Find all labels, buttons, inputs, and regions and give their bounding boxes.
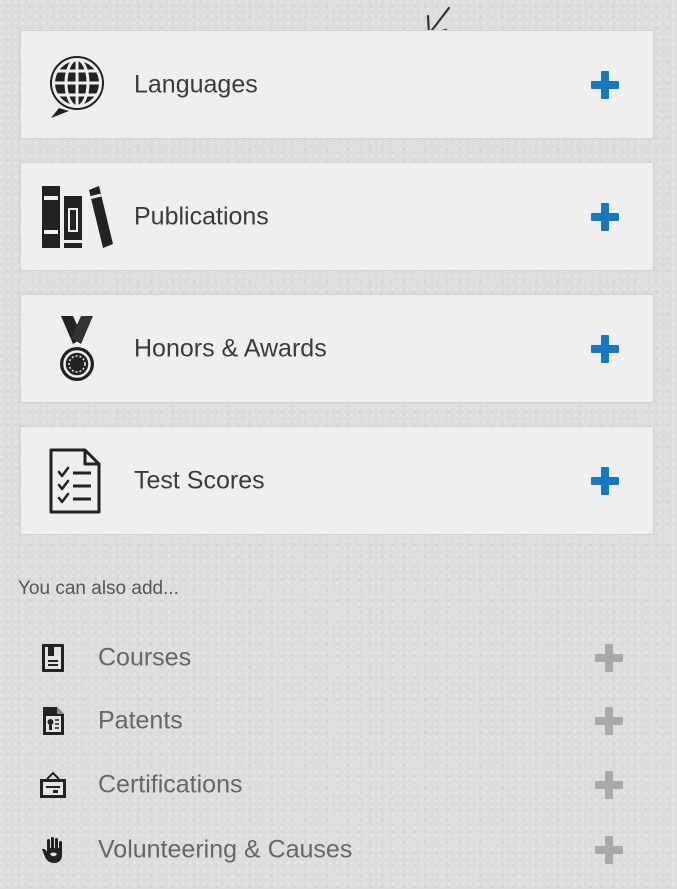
checklist-icon <box>49 448 101 513</box>
also-item-courses[interactable]: Courses <box>38 636 638 680</box>
section-card-honors-awards[interactable]: Honors & Awards <box>20 294 654 403</box>
section-card-languages[interactable]: Languages <box>20 30 654 139</box>
also-item-certifications[interactable]: Certifications <box>38 763 638 807</box>
also-item-label-courses: Courses <box>98 643 192 672</box>
section-card-test-scores[interactable]: Test Scores <box>20 426 654 535</box>
add-test-scores-plus-icon[interactable] <box>591 466 619 495</box>
add-certifications-plus-icon[interactable] <box>595 771 623 799</box>
section-card-publications[interactable]: Publications <box>20 162 654 271</box>
add-honors-awards-plus-icon[interactable] <box>591 334 619 363</box>
course-book-icon <box>42 644 64 672</box>
profile-sections-panel: Languages Publications Honors & Awards T… <box>0 0 677 889</box>
books-icon <box>42 185 113 248</box>
add-volunteering-causes-plus-icon[interactable] <box>595 836 623 864</box>
also-item-patents[interactable]: Patents <box>38 699 638 743</box>
medal-icon <box>60 315 94 381</box>
add-languages-plus-icon[interactable] <box>591 70 619 99</box>
also-add-heading: You can also add... <box>18 578 179 599</box>
section-label-languages: Languages <box>134 70 258 98</box>
section-label-test-scores: Test Scores <box>134 466 265 494</box>
also-item-label-volunteering-causes: Volunteering & Causes <box>98 835 353 864</box>
also-item-label-certifications: Certifications <box>98 770 243 799</box>
section-label-honors-awards: Honors & Awards <box>134 334 327 362</box>
add-courses-plus-icon[interactable] <box>595 644 623 672</box>
also-item-volunteering-causes[interactable]: Volunteering & Causes <box>38 828 638 872</box>
patent-document-icon <box>43 707 64 735</box>
also-item-label-patents: Patents <box>98 706 183 735</box>
add-publications-plus-icon[interactable] <box>591 202 619 231</box>
certificate-icon <box>40 771 66 798</box>
add-patents-plus-icon[interactable] <box>595 707 623 735</box>
globe-speech-icon <box>50 55 104 118</box>
section-label-publications: Publications <box>134 202 269 230</box>
hand-icon <box>42 837 62 863</box>
